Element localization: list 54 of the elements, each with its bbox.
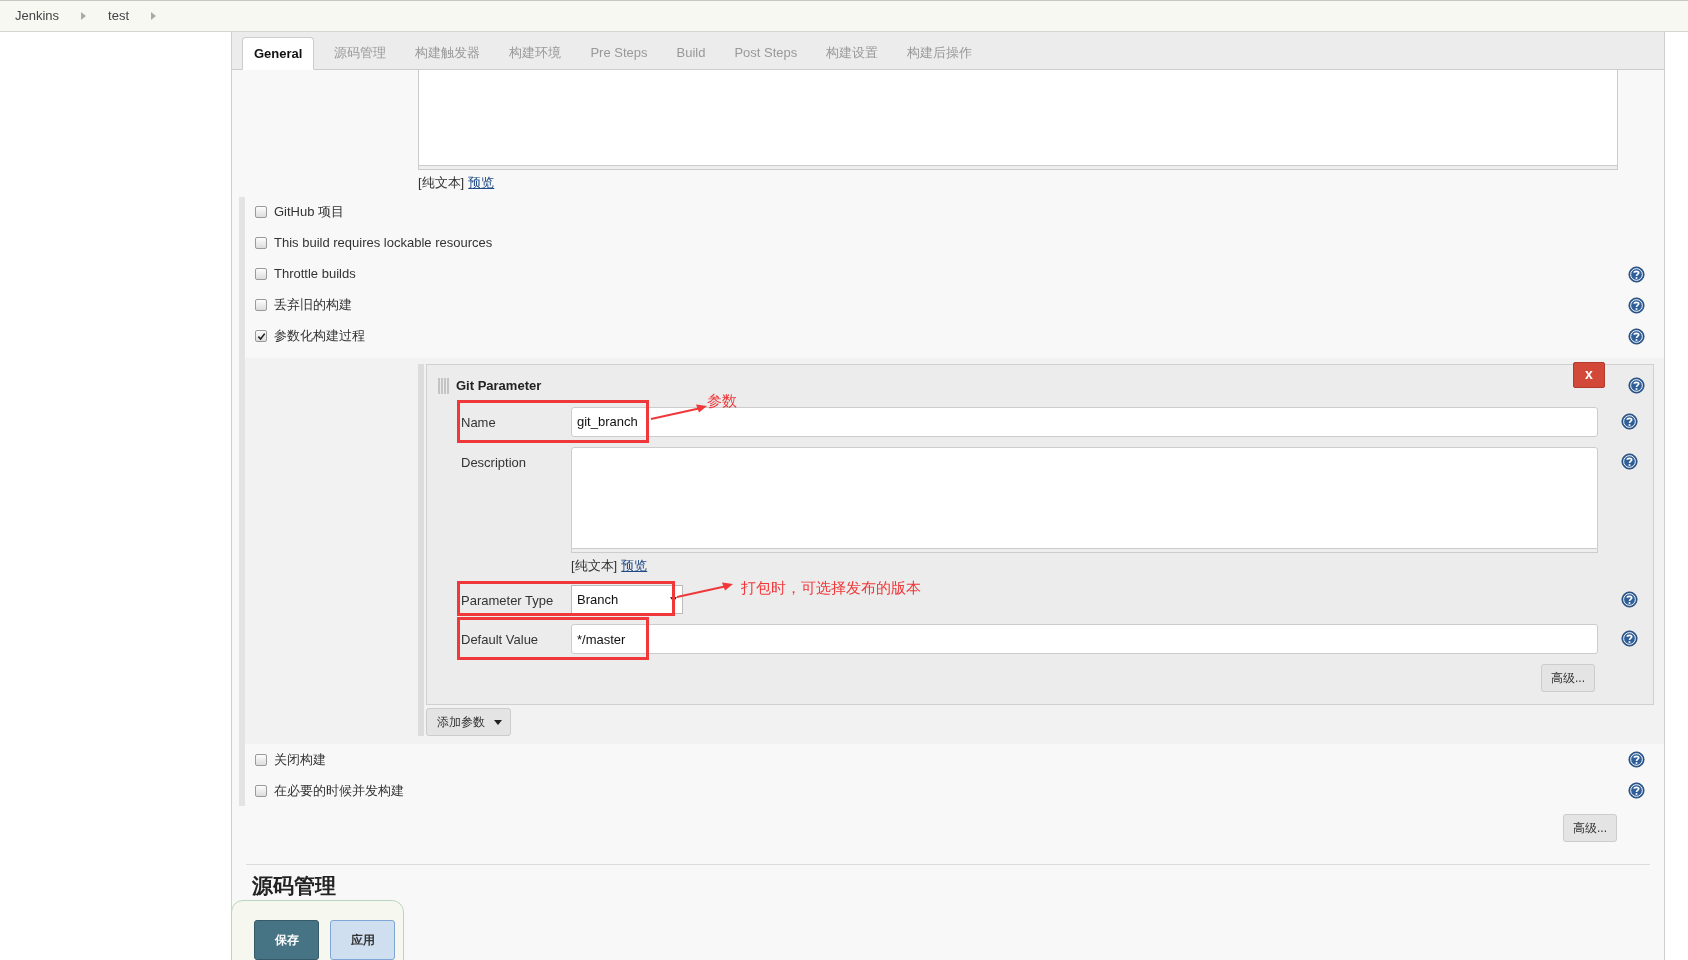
panel-title: Git Parameter <box>456 376 542 395</box>
help-icon[interactable] <box>1621 591 1638 608</box>
checkbox[interactable] <box>255 753 267 766</box>
field-label: Parameter Type <box>461 592 555 610</box>
input-field[interactable]: */master <box>571 624 1598 654</box>
field-label: Default Value <box>461 631 540 649</box>
preview-link[interactable]: 预览 <box>468 173 495 193</box>
help-icon[interactable] <box>1628 377 1645 394</box>
format-label: [纯文本] <box>571 556 618 575</box>
format-label: [纯文本] <box>418 174 465 192</box>
option-label: 丢弃旧的构建 <box>274 296 352 315</box>
help-icon[interactable] <box>1628 296 1645 314</box>
checkmark-icon <box>256 331 266 341</box>
option-label: 在必要的时候并发构建 <box>274 781 404 800</box>
advanced-button[interactable]: 高级... <box>1563 814 1617 842</box>
option-label: 参数化构建过程 <box>274 327 365 346</box>
tab[interactable]: General <box>242 37 315 70</box>
advanced-button[interactable]: 高级... <box>1541 664 1595 692</box>
help-icon[interactable] <box>1628 782 1645 799</box>
checkbox[interactable] <box>255 784 267 797</box>
preview-link[interactable]: 预览 <box>621 555 648 575</box>
remove-button[interactable]: x <box>1573 361 1605 388</box>
option-label: Throttle builds <box>274 265 356 284</box>
field-label: Description <box>461 453 528 472</box>
option-label: GitHub 项目 <box>274 203 345 222</box>
help-icon[interactable] <box>1628 327 1645 345</box>
annotation-text: 打包时，可选择发布的版本 <box>741 578 921 598</box>
help-icon[interactable] <box>1621 452 1638 470</box>
checkbox[interactable] <box>255 299 267 311</box>
checkbox[interactable] <box>255 330 267 342</box>
breadcrumb-link[interactable]: Jenkins <box>15 6 60 26</box>
breadcrumb-link[interactable]: test <box>108 6 130 26</box>
checkbox[interactable] <box>255 268 267 280</box>
help-icon[interactable] <box>1628 751 1645 768</box>
help-icon[interactable] <box>1621 630 1638 647</box>
option-label: 关闭构建 <box>274 750 326 769</box>
help-icon[interactable] <box>1621 412 1638 430</box>
section-heading: 源码管理 <box>252 874 336 897</box>
checkbox[interactable] <box>255 237 267 249</box>
apply-button[interactable]: 应用 <box>330 920 395 960</box>
caret-icon <box>670 597 677 602</box>
arrow <box>649 402 709 423</box>
chevron-icon <box>151 12 157 20</box>
help-icon[interactable] <box>1628 265 1645 283</box>
checkbox[interactable] <box>255 206 267 218</box>
field-label: Name <box>461 413 497 432</box>
drag-handle-icon <box>438 377 450 394</box>
chevron-icon <box>81 12 87 20</box>
option-label: This build requires lockable resources <box>274 234 493 253</box>
add-parameter-button[interactable]: 添加参数 <box>426 708 511 736</box>
save-button[interactable]: 保存 <box>254 920 319 960</box>
caret-icon <box>494 719 502 725</box>
dropdown[interactable]: Branch <box>571 585 683 614</box>
arrow <box>675 581 735 601</box>
